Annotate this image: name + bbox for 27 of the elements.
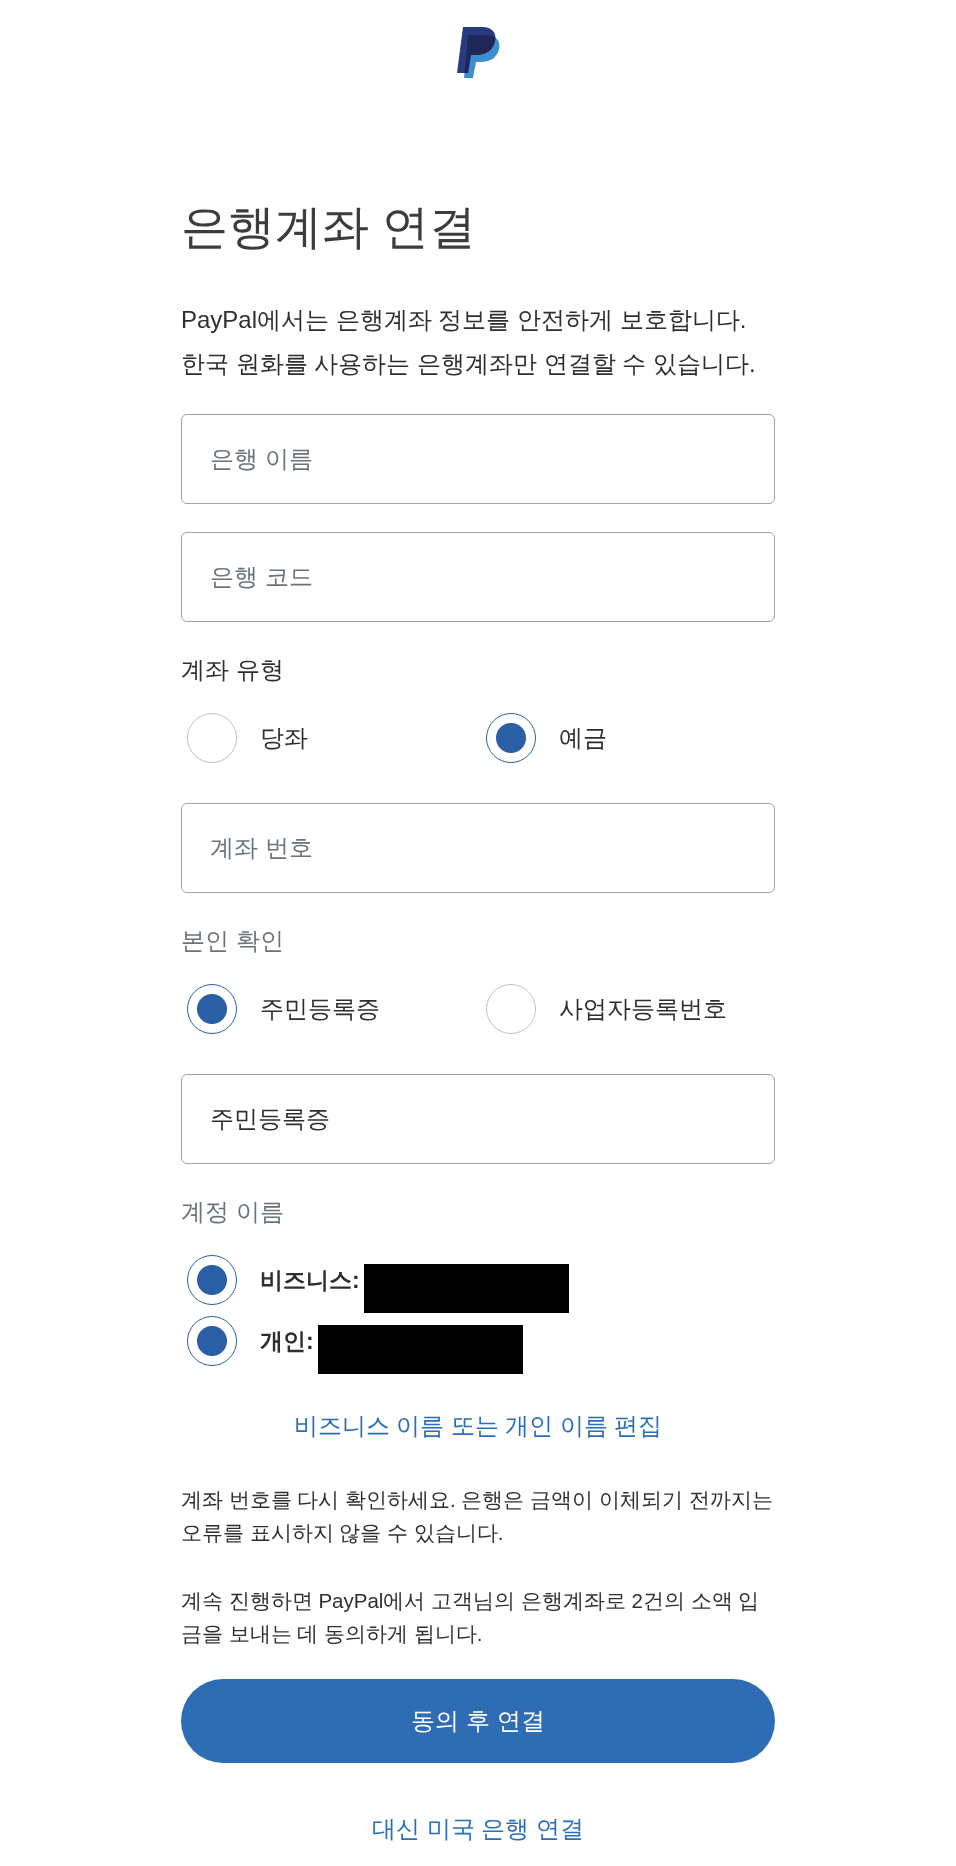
notice-text: 계속 진행하면 PayPal에서 고객님의 은행계좌로 2건의 소액 입금을 보내는 데 동의하게 됩니다. [181, 1588, 761, 1647]
radio-label[interactable]: 당좌 [260, 723, 308, 753]
intro-text: PayPal에서는 은행계좌 정보를 안전하게 보호합니다. 한국 원화를 사용하는 은행계좌만 연결할 수 있습니다. [181, 305, 757, 379]
radio-button[interactable] [486, 984, 536, 1034]
input-field[interactable]: 주민등록증 [181, 1074, 775, 1164]
input-field[interactable]: 은행 코드 [181, 532, 775, 622]
radio-button[interactable] [187, 713, 237, 763]
radio-button[interactable] [486, 713, 536, 763]
edit-name-link[interactable]: 비즈니스 이름 또는 개인 이름 편집 [293, 1411, 663, 1441]
radio-button[interactable] [187, 1255, 237, 1305]
input-field[interactable]: 계좌 번호 [181, 803, 775, 893]
radio-label[interactable]: 사업자등록번호 [559, 994, 727, 1024]
section-label: 계좌 유형 [181, 656, 284, 685]
radio-label[interactable]: 예금 [559, 723, 607, 753]
section-label: 본인 확인 [181, 927, 284, 956]
notice-text: 계좌 번호를 다시 확인하세요. 은행은 금액이 이체되기 전까지는 오류를 표시하지 않을 수 있습니다. [181, 1487, 774, 1546]
account-name-label: 비즈니스: [260, 1266, 360, 1295]
us-bank-link[interactable]: 대신 미국 은행 연결 [372, 1814, 584, 1844]
agree-connect-button[interactable]: 동의 후 연결 [181, 1679, 775, 1763]
account-name-label: 개인: [260, 1327, 314, 1356]
page-title: 은행계좌 연결 [181, 199, 478, 255]
radio-label[interactable]: 주민등록증 [260, 994, 380, 1024]
radio-button[interactable] [187, 1316, 237, 1366]
logo-icon [456, 27, 500, 78]
section-label: 계정 이름 [181, 1198, 284, 1227]
input-field[interactable]: 은행 이름 [181, 414, 775, 504]
radio-button[interactable] [187, 984, 237, 1034]
